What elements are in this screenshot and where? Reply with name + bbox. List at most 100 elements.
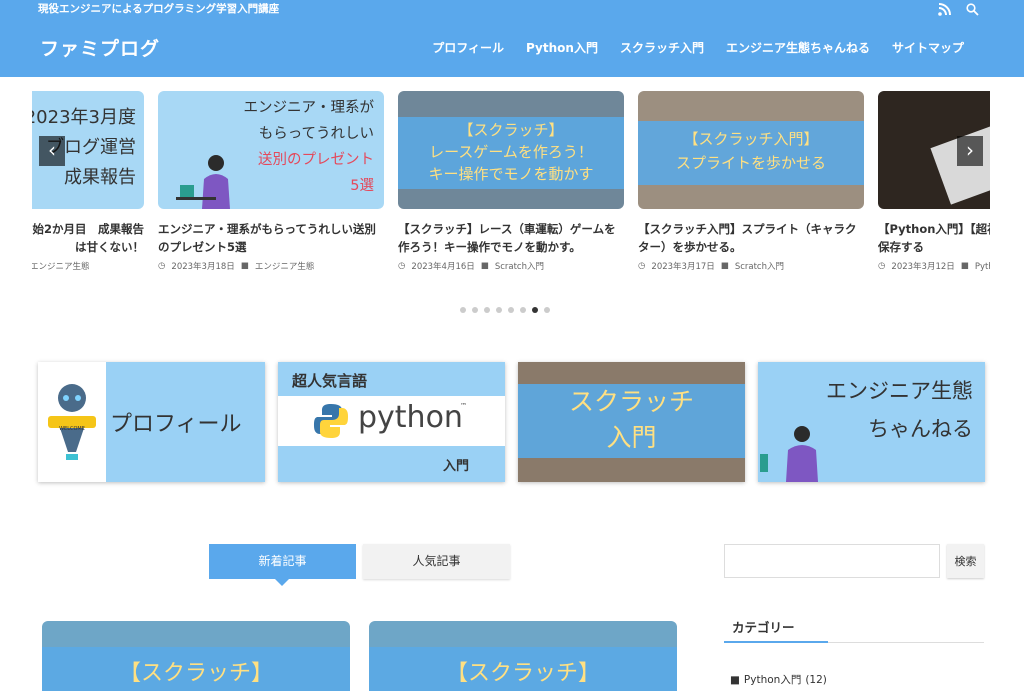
search-input[interactable] — [724, 544, 940, 578]
category-widget-title: カテゴリー — [732, 620, 795, 635]
slide-thumb-text: 【スクラッチ】 — [458, 121, 564, 139]
slide-thumbnail[interactable]: 【スクラッチ入門】 スプライトを歩かせる — [638, 91, 864, 209]
banner-engineer-channel[interactable]: エンジニア生態 ちゃんねる — [758, 362, 985, 482]
banner-top-text: 超人気言語 — [292, 372, 368, 390]
slide-thumb-text: 2023年3月度 — [32, 107, 136, 128]
banner-python[interactable]: 超人気言語 python ™ 入門 — [278, 362, 505, 482]
welcome-badge: WELCOME — [59, 426, 85, 432]
nav-sitemap[interactable]: サイトマップ — [892, 39, 964, 56]
slide-meta: ◷ 2023年3月18日 ■ エンジニア生態 — [158, 260, 384, 272]
slider-dot[interactable] — [472, 307, 478, 313]
post-slider: 2023年3月度 ブログ運営 成果報告 開始2か月目 成果報告は甘くない！ エン… — [32, 91, 990, 301]
clock-icon: ◷ — [878, 261, 886, 271]
slide-thumb-text: もらってうれしい — [258, 126, 374, 142]
slide-thumb-text: 5選 — [350, 178, 374, 194]
slide-thumbnail[interactable]: 【スクラッチ】 レースゲームを作ろう！ キー操作でモノを動かす — [398, 91, 624, 209]
slider-dot[interactable] — [520, 307, 526, 313]
slide-category[interactable]: Python入門 — [975, 260, 990, 272]
banner-profile[interactable]: WELCOME プロフィール — [38, 362, 265, 482]
slide-title[interactable]: 【スクラッチ】レース（車運転）ゲームを作ろう！キー操作でモノを動かす。 — [398, 220, 624, 256]
slider-next-button[interactable]: › — [957, 136, 983, 166]
person-illustration — [176, 155, 230, 209]
slide-category[interactable]: Scratch入門 — [495, 260, 544, 272]
clock-icon: ◷ — [638, 261, 646, 271]
tab-popular-posts[interactable]: 人気記事 — [363, 544, 510, 579]
post-card[interactable]: 【スクラッチ】 — [42, 621, 350, 691]
nav-profile[interactable]: プロフィール — [432, 39, 504, 56]
site-header: 現役エンジニアによるプログラミング学習入門講座 ファミプログ プロフィール Py… — [0, 0, 1024, 77]
category-count: (12) — [805, 673, 827, 686]
folder-icon: ■ — [960, 261, 969, 271]
slide-thumb-text: 【スクラッチ入門】 — [683, 130, 819, 148]
nav-engineer-channel[interactable]: エンジニア生態ちゃんねる — [726, 39, 870, 56]
slide-category[interactable]: エンジニア生態 — [255, 260, 315, 272]
folder-icon: ■ — [730, 673, 740, 686]
banner-label: プロフィール — [110, 412, 242, 437]
banner-line: 入門 — [606, 423, 657, 452]
slide-category[interactable]: エンジニア生態 — [32, 260, 90, 272]
banner-line: スクラッチ — [568, 387, 694, 416]
slider-dot[interactable] — [460, 307, 466, 313]
site-logo[interactable]: ファミプログ — [40, 34, 160, 61]
slide-meta: ◷ 2023年3月12日 ■ Python入門 — [878, 260, 990, 272]
slide-thumb-text: 送別のプレゼント — [258, 152, 374, 168]
slide-thumb-text: エンジニア・理系が — [243, 100, 375, 116]
folder-icon: ■ — [720, 261, 729, 271]
slider-dot[interactable] — [544, 307, 550, 313]
global-nav: プロフィール Python入門 スクラッチ入門 エンジニア生態ちゃんねる サイト… — [432, 39, 964, 56]
slide-title[interactable]: 【スクラッチ入門】スプライト（キャラクター）を歩かせる。 — [638, 220, 864, 256]
slider-dot[interactable] — [484, 307, 490, 313]
category-label[interactable]: Python入門 — [744, 672, 801, 687]
banner-scratch[interactable]: スクラッチ 入門 — [518, 362, 745, 482]
folder-icon: ■ — [480, 261, 489, 271]
slide-meta: ◷ 2023年4月16日 ■ Scratch入門 — [398, 260, 624, 272]
slide-item[interactable]: エンジニア・理系が もらってうれしい 送別のプレゼント 5選 エンジニア・理系が… — [158, 91, 384, 272]
slide-category[interactable]: Scratch入門 — [735, 260, 784, 272]
person-illustration — [760, 426, 818, 482]
search-button[interactable]: 検索 — [947, 544, 984, 578]
slide-title[interactable]: 【Python入門】【超初心者】プログラムを保存する — [878, 220, 990, 256]
trademark-symbol: ™ — [460, 402, 467, 410]
slide-item[interactable]: 【スクラッチ】 レースゲームを作ろう！ キー操作でモノを動かす 【スクラッチ】レ… — [398, 91, 624, 272]
robot-illustration — [48, 384, 96, 460]
search-icon[interactable] — [966, 1, 980, 16]
python-logo-icon — [314, 404, 348, 438]
card-thumb-text: 【スクラッチ】 — [118, 661, 273, 686]
slide-item[interactable]: 【Python入門】【超初心者】プログラムを保存する ◷ 2023年3月12日 … — [878, 91, 990, 272]
nav-scratch[interactable]: スクラッチ入門 — [620, 39, 704, 56]
slider-dot[interactable] — [508, 307, 514, 313]
card-thumb-text: 【スクラッチ】 — [445, 661, 600, 686]
slide-date: 2023年3月17日 — [651, 262, 715, 272]
slide-date: 2023年4月16日 — [411, 262, 475, 272]
nav-python[interactable]: Python入門 — [526, 39, 598, 56]
banner-line: エンジニア生態 — [826, 379, 973, 403]
slider-pagination — [460, 307, 550, 313]
widget-divider-accent — [724, 641, 828, 643]
slider-dot[interactable] — [532, 307, 538, 313]
slide-thumb-text: レースゲームを作ろう！ — [429, 143, 593, 161]
chevron-left-icon: ‹ — [48, 138, 56, 162]
slide-item[interactable]: 【スクラッチ入門】 スプライトを歩かせる 【スクラッチ入門】スプライト（キャラク… — [638, 91, 864, 272]
slide-title[interactable]: 開始2か月目 成果報告は甘くない！ — [32, 220, 144, 256]
python-wordmark: python — [358, 400, 463, 435]
slide-meta: ◷ 2023年3月17日 ■ Scratch入門 — [638, 260, 864, 272]
slide-thumbnail[interactable]: エンジニア・理系が もらってうれしい 送別のプレゼント 5選 — [158, 91, 384, 209]
slide-date: 2023年3月12日 — [891, 262, 955, 272]
slide-title[interactable]: エンジニア・理系がもらってうれしい送別のプレゼント5選 — [158, 220, 384, 256]
clock-icon: ◷ — [158, 261, 166, 271]
rss-icon[interactable] — [938, 1, 952, 16]
slide-item[interactable]: 2023年3月度 ブログ運営 成果報告 開始2か月目 成果報告は甘くない！ エン… — [32, 91, 144, 272]
tab-new-posts[interactable]: 新着記事 — [209, 544, 356, 586]
header-icons — [938, 1, 980, 16]
site-tagline: 現役エンジニアによるプログラミング学習入門講座 — [38, 3, 280, 15]
post-card[interactable]: 【スクラッチ】 — [369, 621, 677, 691]
chevron-right-icon: › — [966, 138, 974, 162]
clock-icon: ◷ — [398, 261, 406, 271]
slider-dot[interactable] — [496, 307, 502, 313]
slide-thumb-text: スプライトを歩かせる — [675, 154, 826, 172]
slide-thumb-text: キー操作でモノを動かす — [428, 165, 594, 183]
folder-icon: ■ — [240, 261, 249, 271]
slide-meta: エンジニア生態 — [32, 260, 144, 272]
category-item-python[interactable]: ■ Python入門 (12) — [730, 672, 827, 687]
slider-prev-button[interactable]: ‹ — [39, 136, 65, 166]
